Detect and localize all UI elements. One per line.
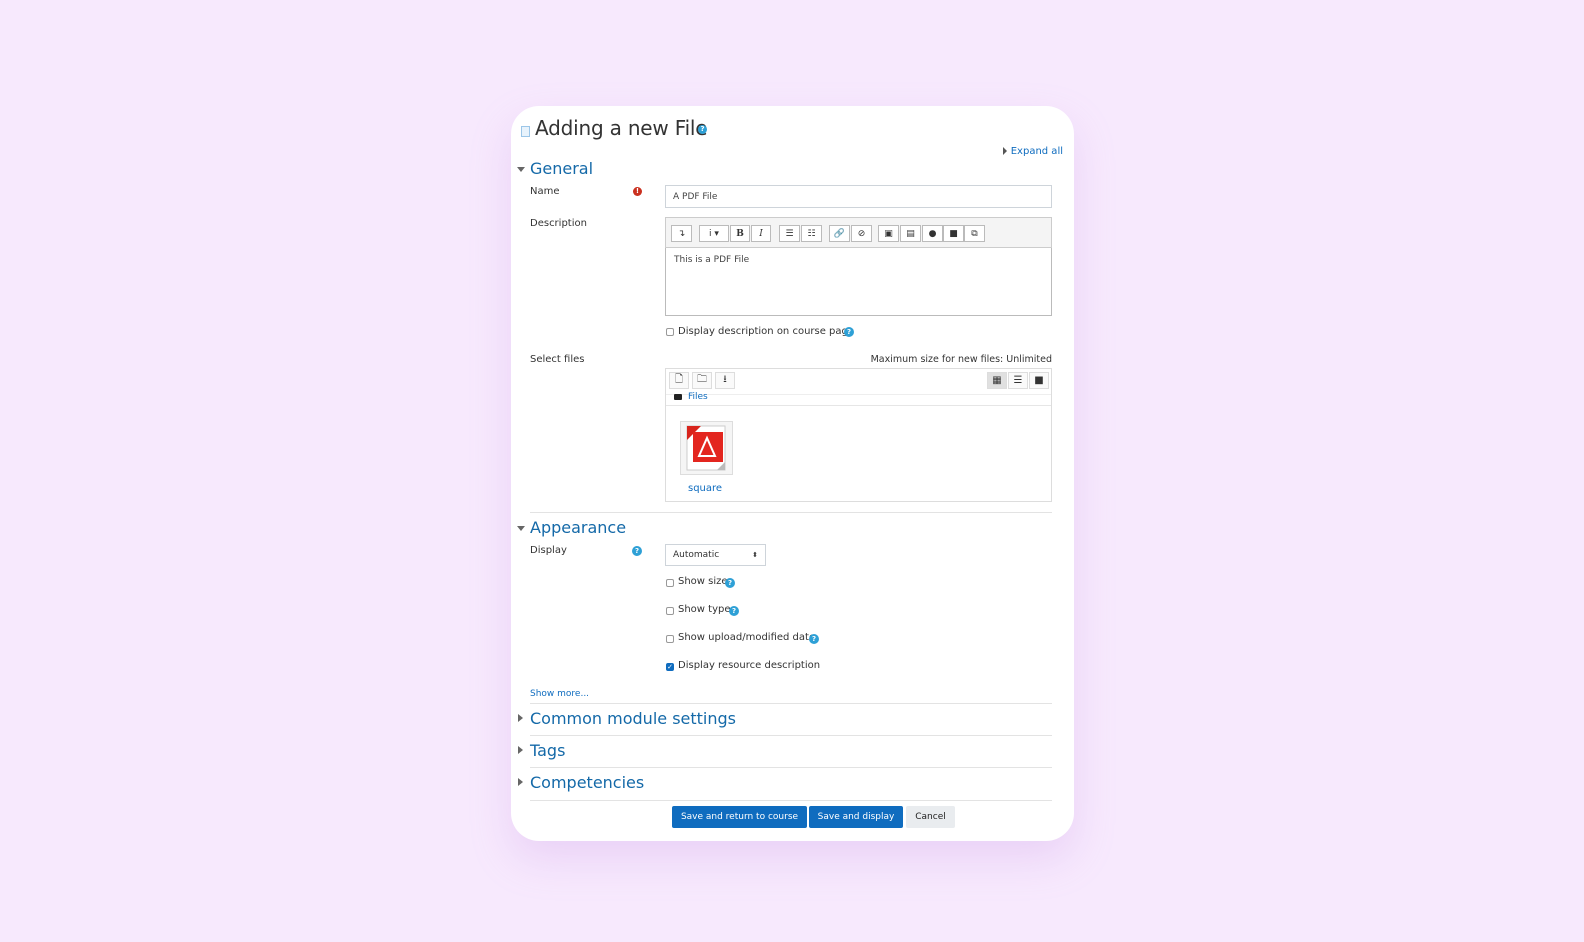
folder-icon xyxy=(674,394,682,400)
section-appearance-heading[interactable]: Appearance xyxy=(530,518,626,537)
pdf-icon xyxy=(686,425,726,471)
help-icon[interactable]: ? xyxy=(725,578,735,588)
name-input[interactable]: A PDF File xyxy=(665,185,1052,208)
record-video-icon[interactable]: ■ xyxy=(943,225,964,242)
collapse-toolbar-icon[interactable]: ↴ xyxy=(671,225,692,242)
section-competencies[interactable]: Competencies xyxy=(530,773,644,792)
download-icon[interactable]: ⭳ xyxy=(715,372,735,389)
section-divider xyxy=(530,703,1052,704)
section-general-heading[interactable]: General xyxy=(530,159,593,178)
list-view-icon[interactable]: ☰ xyxy=(1008,372,1028,389)
help-icon[interactable]: ? xyxy=(844,327,854,337)
tree-view-icon[interactable]: ■ xyxy=(1029,372,1049,389)
section-tags[interactable]: Tags xyxy=(530,741,565,760)
show-type-label: Show type xyxy=(678,604,731,615)
show-date-checkbox[interactable] xyxy=(666,635,674,643)
save-and-display-button[interactable]: Save and display xyxy=(809,806,903,828)
expand-icon[interactable] xyxy=(518,746,523,754)
italic-icon[interactable]: I xyxy=(751,225,771,242)
display-description-label: Display description on course page xyxy=(678,326,855,337)
bold-icon[interactable]: B xyxy=(730,225,750,242)
add-file-icon[interactable]: 🗋 xyxy=(669,372,689,389)
show-more-link[interactable]: Show more... xyxy=(530,689,589,699)
max-size-text: Maximum size for new files: Unlimited xyxy=(870,354,1052,365)
unordered-list-icon[interactable]: ☰ xyxy=(779,225,800,242)
expand-icon[interactable] xyxy=(518,714,523,722)
page-title: Adding a new File xyxy=(535,116,708,140)
description-label: Description xyxy=(530,218,587,229)
help-icon[interactable]: ? xyxy=(809,634,819,644)
required-icon: ! xyxy=(633,187,642,196)
section-divider xyxy=(530,735,1052,736)
expand-icon[interactable] xyxy=(518,778,523,786)
display-description-checkbox[interactable] xyxy=(666,328,674,336)
show-size-label: Show size xyxy=(678,576,728,587)
display-resource-description-checkbox[interactable] xyxy=(666,663,674,671)
select-files-label: Select files xyxy=(530,354,585,365)
media-icon[interactable]: ▤ xyxy=(900,225,921,242)
pdf-file-thumbnail[interactable] xyxy=(680,421,733,475)
select-arrows-icon: ⬍ xyxy=(752,551,758,559)
caret-right-icon xyxy=(1002,147,1007,155)
save-and-return-button[interactable]: Save and return to course xyxy=(672,806,807,828)
display-select[interactable]: Automatic ⬍ xyxy=(665,544,766,566)
link-icon[interactable]: 🔗 xyxy=(829,225,850,242)
unlink-icon[interactable]: ⊘ xyxy=(851,225,872,242)
path-divider xyxy=(666,405,1051,406)
display-label: Display xyxy=(530,545,567,556)
file-manager-toolbar: 🗋 🗀 ⭳ ▦ ☰ ■ xyxy=(666,369,1051,395)
expand-all-label: Expand all xyxy=(1010,146,1063,157)
show-type-checkbox[interactable] xyxy=(666,607,674,615)
image-icon[interactable]: ▣ xyxy=(878,225,899,242)
section-divider xyxy=(530,800,1052,801)
file-manager: 🗋 🗀 ⭳ ▦ ☰ ■ Files square xyxy=(665,368,1052,502)
description-editor[interactable]: This is a PDF File xyxy=(665,248,1052,316)
show-date-label: Show upload/modified date xyxy=(678,632,816,643)
display-select-value: Automatic xyxy=(673,550,720,560)
collapse-icon[interactable] xyxy=(517,167,525,172)
section-common-module-settings[interactable]: Common module settings xyxy=(530,709,736,728)
help-icon[interactable]: ? xyxy=(698,125,707,134)
cancel-button[interactable]: Cancel xyxy=(906,806,955,828)
manage-files-icon[interactable]: ⧉ xyxy=(964,225,985,242)
collapse-icon[interactable] xyxy=(517,526,525,531)
name-label: Name xyxy=(530,186,560,197)
form-card: Adding a new File ? Expand all General N… xyxy=(511,106,1074,841)
expand-all-link[interactable]: Expand all xyxy=(1002,146,1063,157)
grid-view-icon[interactable]: ▦ xyxy=(987,372,1007,389)
file-name-link[interactable]: square xyxy=(688,483,722,494)
editor-toolbar: ↴ i ▾ B I ☰ ☷ 🔗 ⊘ ▣ ▤ ● ■ ⧉ xyxy=(665,217,1052,248)
section-divider xyxy=(530,767,1052,768)
record-audio-icon[interactable]: ● xyxy=(922,225,943,242)
show-size-checkbox[interactable] xyxy=(666,579,674,587)
create-folder-icon[interactable]: 🗀 xyxy=(692,372,712,389)
section-divider xyxy=(530,512,1052,513)
paragraph-styles-icon[interactable]: i ▾ xyxy=(699,225,729,242)
help-icon[interactable]: ? xyxy=(632,546,642,556)
ordered-list-icon[interactable]: ☷ xyxy=(801,225,822,242)
display-resource-description-label: Display resource description xyxy=(678,660,821,671)
file-icon xyxy=(521,126,530,137)
help-icon[interactable]: ? xyxy=(729,606,739,616)
files-path-link[interactable]: Files xyxy=(688,392,708,402)
